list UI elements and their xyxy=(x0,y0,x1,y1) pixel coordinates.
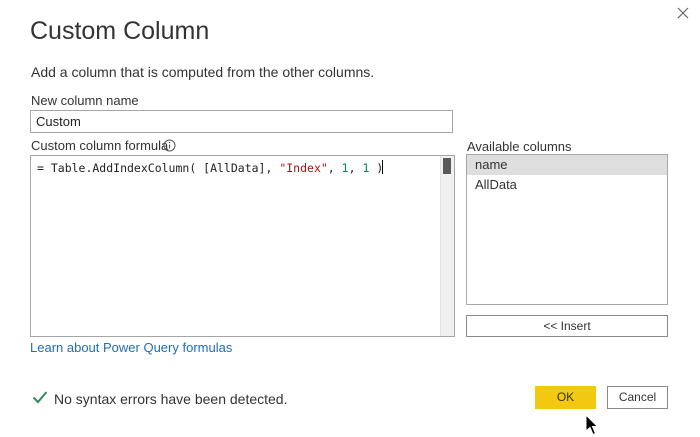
formula-separator: , xyxy=(348,161,363,175)
ok-button[interactable]: OK xyxy=(535,386,596,409)
column-item-name[interactable]: name xyxy=(467,155,667,175)
formula-suffix: ) xyxy=(369,161,384,175)
close-icon[interactable] xyxy=(672,2,694,24)
formula-scrollbar[interactable] xyxy=(440,156,454,336)
formula-text[interactable]: = Table.AddIndexColumn( [AllData], "Inde… xyxy=(37,160,384,175)
cancel-button[interactable]: Cancel xyxy=(607,386,668,409)
formula-number: 1 xyxy=(341,161,349,175)
dialog-title: Custom Column xyxy=(30,17,210,45)
insert-button[interactable]: << Insert xyxy=(466,315,668,337)
formula-editor[interactable]: = Table.AddIndexColumn( [AllData], "Inde… xyxy=(30,155,455,337)
formula-separator: , xyxy=(327,161,342,175)
info-icon[interactable] xyxy=(163,139,176,152)
formula-prefix: = Table.AddIndexColumn( [AllData], xyxy=(37,161,280,175)
scrollbar-thumb[interactable] xyxy=(443,158,451,174)
checkmark-icon xyxy=(32,390,48,404)
column-item-alldata[interactable]: AllData xyxy=(467,175,667,195)
text-caret xyxy=(382,160,384,174)
available-columns-label: Available columns xyxy=(467,139,572,154)
learn-power-query-link[interactable]: Learn about Power Query formulas xyxy=(30,340,232,355)
mouse-pointer-icon xyxy=(585,413,601,437)
formula-string-literal: "Index" xyxy=(279,161,328,175)
new-column-name-label: New column name xyxy=(31,93,139,108)
formula-label: Custom column formula xyxy=(31,138,169,153)
available-columns-list: name AllData xyxy=(466,154,668,305)
custom-column-dialog: Custom Column Add a column that is compu… xyxy=(0,0,700,437)
syntax-status: No syntax errors have been detected. xyxy=(54,391,288,407)
dialog-description: Add a column that is computed from the o… xyxy=(31,64,375,80)
new-column-name-input[interactable] xyxy=(30,110,453,133)
